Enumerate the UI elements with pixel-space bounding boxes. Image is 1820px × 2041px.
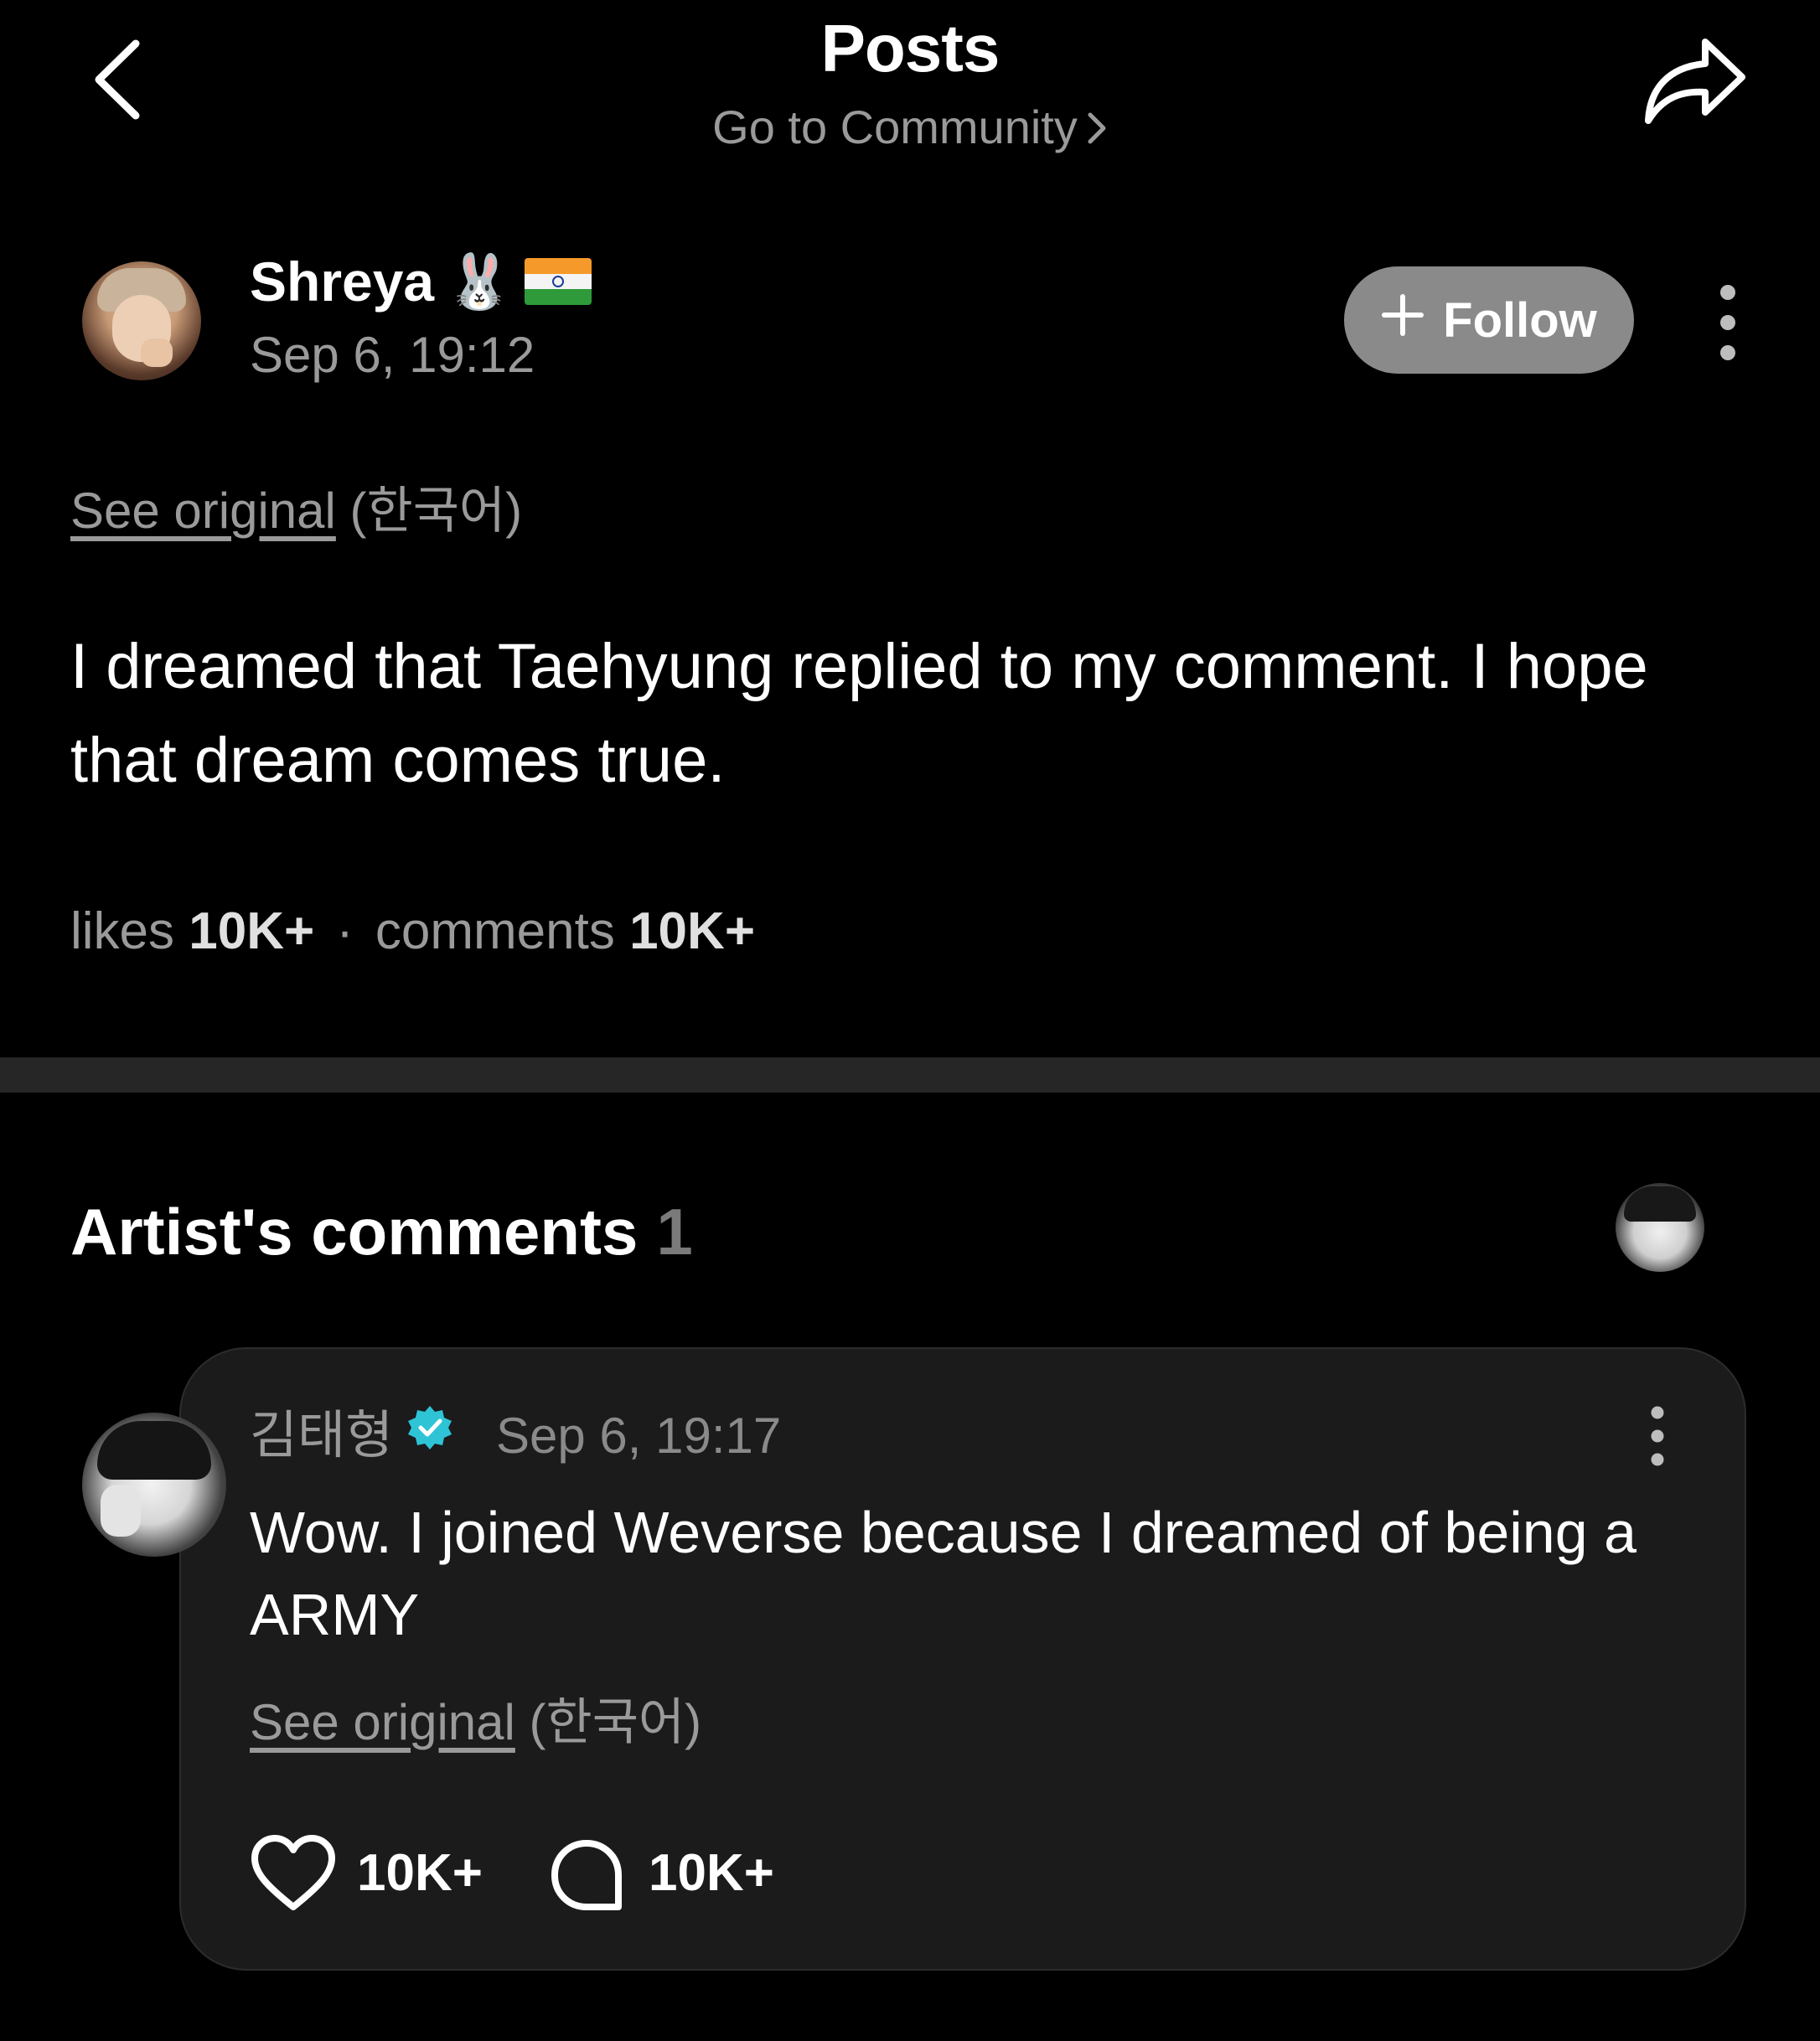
comment-bubble-icon [551,1840,622,1910]
post-timestamp: Sep 6, 19:12 [250,327,535,383]
post-more-options-button[interactable] [1709,281,1746,364]
likes-value: 10K+ [189,902,315,960]
commenter-name-text: 김태형 [250,1407,394,1465]
post-stats: likes 10K+ · comments 10K+ [70,898,755,965]
see-original-language: (한국어) [349,483,523,539]
artist-avatar-small[interactable] [1616,1183,1704,1272]
chevron-right-icon [1086,97,1108,164]
follow-label: Follow [1443,292,1597,348]
comment-see-original: See original (한국어) [250,1689,701,1756]
go-to-community-link[interactable]: Go to Community [0,94,1820,164]
plus-icon [1381,292,1424,349]
author-name[interactable]: Shreya 🐰 [250,248,592,315]
see-original-link[interactable]: See original [250,1694,515,1750]
commenter-name[interactable]: 김태형 [250,1403,455,1470]
comment-more-options-button[interactable] [1641,1404,1674,1468]
stats-separator: · [336,902,354,960]
artist-avatar[interactable] [82,1413,226,1557]
verified-badge-icon [405,1403,455,1470]
author-avatar[interactable] [82,261,201,380]
avatar-hand [101,1485,141,1537]
page-title: Posts [820,11,1000,85]
see-original-link[interactable]: See original [70,483,336,539]
artist-comments-title: Artist's comments 1 [70,1190,693,1274]
comment-like-count: 10K+ [357,1844,483,1902]
india-flag-icon [524,258,592,305]
avatar-hair [1624,1186,1696,1222]
likes-label: likes [70,902,175,960]
heart-icon [251,1835,335,1910]
author-name-text: Shreya [250,251,435,313]
more-vertical-icon [1651,1406,1664,1466]
follow-button[interactable]: Follow [1344,266,1634,374]
share-button[interactable] [1638,34,1751,130]
post-see-original: See original (한국어) [70,478,522,545]
avatar-hand [141,338,173,367]
comments-label: comments [375,902,615,960]
comments-value: 10K+ [629,902,756,960]
share-arrow-icon [1645,39,1745,124]
like-button[interactable] [250,1833,337,1914]
comments-stat[interactable]: comments 10K+ [375,902,755,960]
reply-button[interactable] [548,1837,625,1914]
artist-comments-label: Artist's comments [70,1195,639,1269]
comment-reply-count: 10K+ [649,1844,774,1902]
likes-stat[interactable]: likes 10K+ [70,902,314,960]
rabbit-emoji-icon: 🐰 [446,251,513,312]
artist-comments-count: 1 [656,1195,693,1269]
post-body: I dreamed that Taehyung replied to my co… [70,631,1648,796]
community-link-label: Go to Community [712,101,1078,153]
more-vertical-icon [1720,285,1735,360]
comment-body: Wow. I joined Weverse because I dreamed … [250,1500,1637,1647]
see-original-language: (한국어) [529,1694,702,1750]
avatar-hair [97,1421,211,1480]
section-divider [0,1057,1820,1093]
comment-timestamp: Sep 6, 19:17 [496,1408,782,1464]
